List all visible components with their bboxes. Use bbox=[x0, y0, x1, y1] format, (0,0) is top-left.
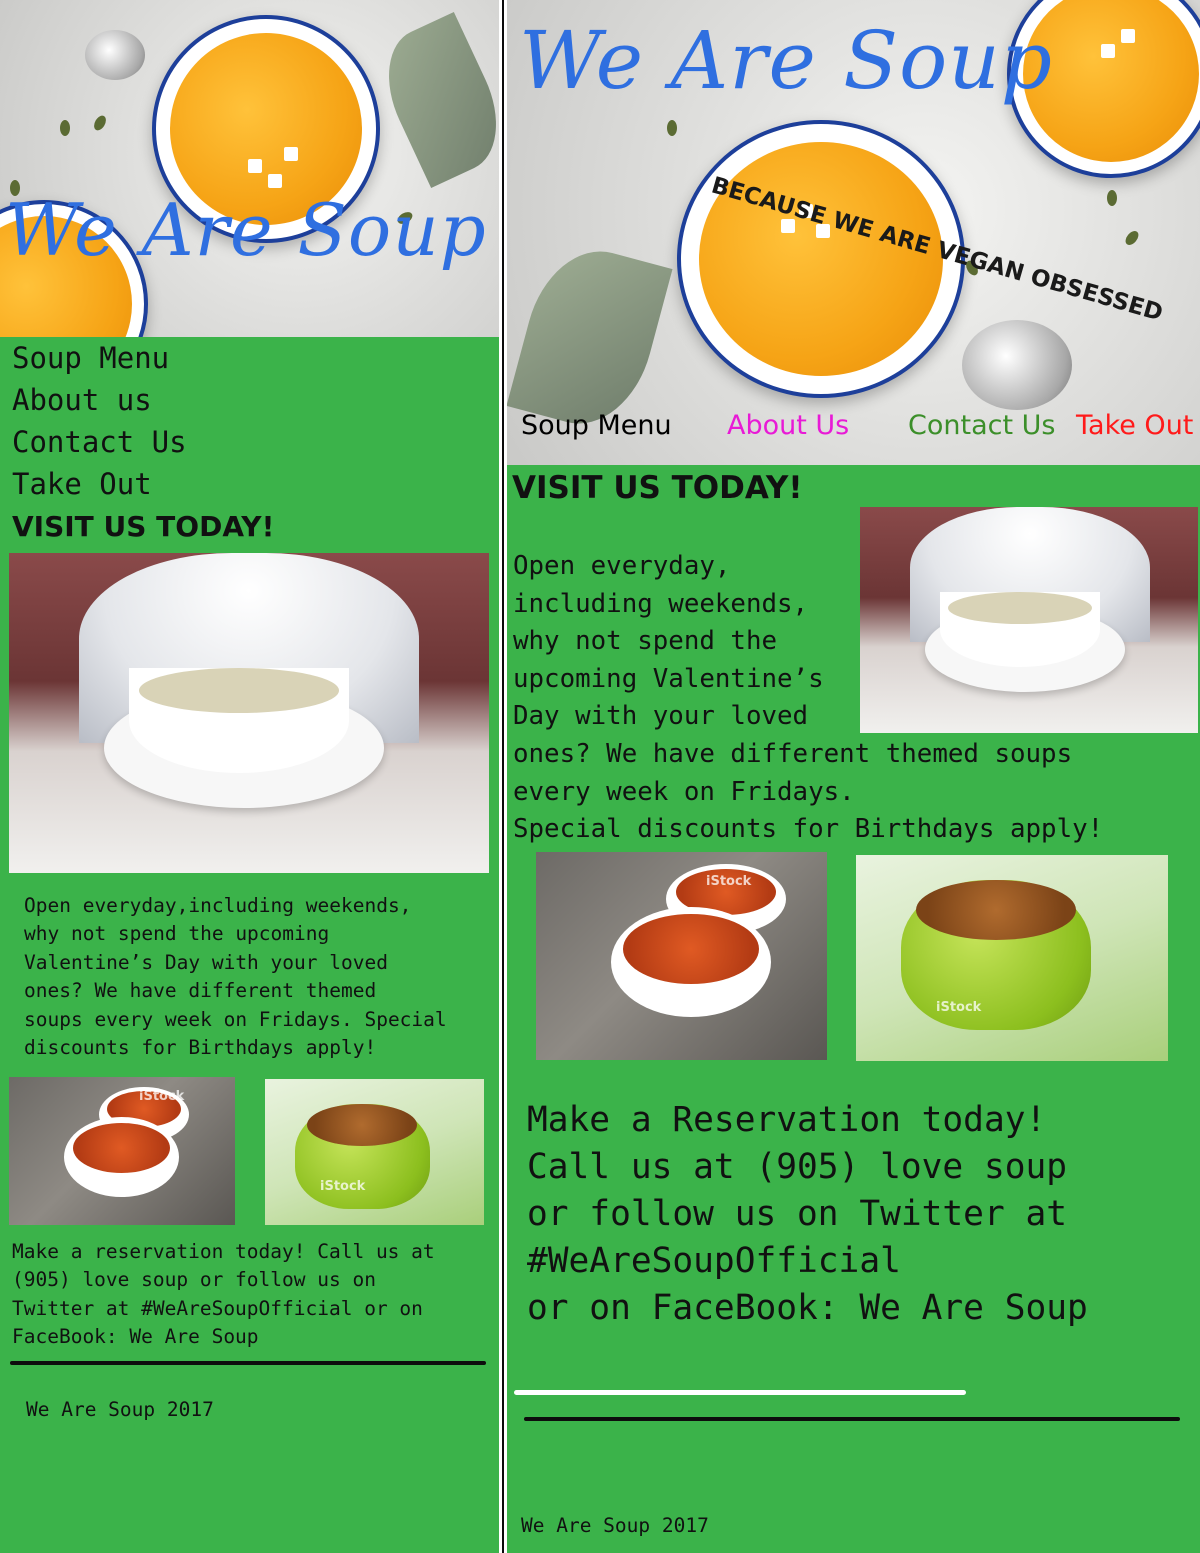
visit-heading: Visit us today! bbox=[512, 470, 803, 506]
leaf-decoration bbox=[507, 236, 673, 439]
hero-image-soup-bowl: We Are Soup bbox=[0, 0, 499, 337]
spoon-decoration bbox=[962, 320, 1072, 410]
spoon-decoration bbox=[85, 30, 145, 80]
nav-item-contact-us[interactable]: Contact Us bbox=[12, 421, 187, 463]
footer-copyright: We Are Soup 2017 bbox=[521, 1514, 709, 1537]
hero-image-soup-bowl-wide: We Are Soup Because we are vegan obsesse… bbox=[507, 0, 1200, 465]
brand-logo-text: We Are Soup bbox=[519, 14, 1053, 107]
photo-chili-soup: iStock bbox=[536, 852, 827, 1060]
nav-item-about-us[interactable]: About Us bbox=[727, 410, 849, 441]
panel-divider bbox=[499, 0, 507, 1553]
watermark-text: iStock bbox=[320, 1179, 366, 1194]
nav-item-contact-us[interactable]: Contact Us bbox=[908, 410, 1055, 441]
watermark-text: iStock bbox=[706, 874, 752, 889]
photo-chili-soup: iStock bbox=[9, 1077, 235, 1225]
desktop-layout-panel: We Are Soup Because we are vegan obsesse… bbox=[507, 0, 1200, 1553]
soup-bowl bbox=[677, 120, 965, 398]
nav-item-about-us[interactable]: About us bbox=[12, 379, 187, 421]
nav-item-soup-menu[interactable]: Soup Menu bbox=[521, 410, 672, 441]
nav-item-soup-menu[interactable]: Soup Menu bbox=[12, 337, 187, 379]
photo-green-pot-soup: iStock bbox=[856, 855, 1168, 1061]
footer-copyright: We Are Soup 2017 bbox=[26, 1398, 214, 1421]
mobile-layout-panel: We Are Soup Soup Menu About us Contact U… bbox=[0, 0, 499, 1553]
watermark-text: iStock bbox=[936, 1000, 982, 1015]
photo-green-pot-soup: iStock bbox=[265, 1079, 484, 1225]
visit-description: Open everyday,including weekends, why no… bbox=[24, 894, 447, 1060]
visit-description: Open everyday, including weekends, why n… bbox=[513, 551, 1104, 845]
brand-logo-text: We Are Soup bbox=[5, 188, 487, 272]
leaf-decoration bbox=[367, 11, 499, 189]
watermark-text: iStock bbox=[139, 1089, 185, 1104]
reservation-text: Make a reservation today! Call us at (90… bbox=[12, 1240, 435, 1349]
footer-divider bbox=[10, 1361, 486, 1365]
reservation-text: Make a Reservation today! Call us at (90… bbox=[527, 1100, 1088, 1328]
footer-divider bbox=[524, 1417, 1180, 1421]
nav-item-take-out[interactable]: Take Out bbox=[1076, 410, 1193, 441]
visit-heading: Visit us today! bbox=[12, 510, 275, 543]
section-divider bbox=[514, 1390, 966, 1395]
nav-menu-mobile: Soup Menu About us Contact Us Take Out bbox=[12, 337, 187, 505]
nav-item-take-out[interactable]: Take Out bbox=[12, 463, 187, 505]
photo-eating-soup bbox=[9, 553, 489, 873]
